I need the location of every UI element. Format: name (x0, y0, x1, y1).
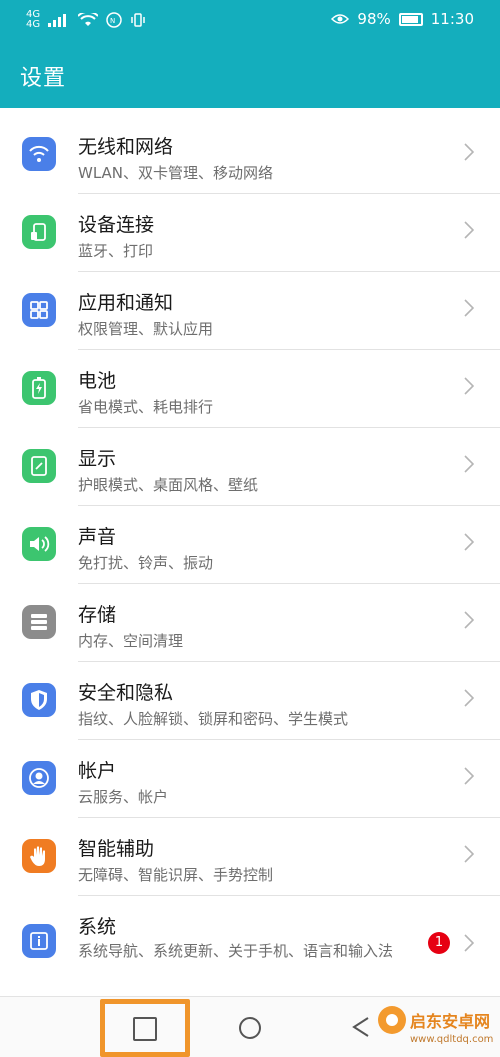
item-title: 无线和网络 (78, 136, 174, 158)
account-icon (22, 761, 56, 795)
chevron-right-icon (464, 299, 474, 317)
settings-item-wireless-network[interactable]: 无线和网络 WLAN、双卡管理、移动网络 (0, 116, 500, 194)
chevron-right-icon (464, 689, 474, 707)
speaker-icon (22, 527, 56, 561)
item-title: 帐户 (78, 760, 117, 782)
shield-icon (22, 683, 56, 717)
device-connection-icon (22, 215, 56, 249)
item-subtitle: 省电模式、耗电排行 (78, 398, 214, 416)
page-title: 设置 (20, 66, 67, 91)
signal-icon-sim1: 4G 4G (26, 9, 41, 30)
item-title: 安全和隐私 (78, 682, 174, 704)
battery-icon (22, 371, 56, 405)
settings-item-display[interactable]: 显示 护眼模式、桌面风格、壁纸 (0, 428, 500, 506)
watermark-url: www.qdltdq.com (410, 1034, 494, 1045)
svg-text:N: N (110, 17, 115, 25)
settings-item-battery[interactable]: 电池 省电模式、耗电排行 (0, 350, 500, 428)
item-subtitle: 免打扰、铃声、振动 (78, 554, 214, 572)
watermark: 启东安卓网 www.qdltdq.com (378, 1000, 500, 1057)
recent-apps-button[interactable] (100, 999, 190, 1057)
chevron-right-icon (464, 533, 474, 551)
item-title: 系统 (78, 916, 117, 938)
battery-status-icon (398, 12, 423, 26)
eye-comfort-icon (331, 14, 350, 24)
wifi-icon (22, 137, 56, 171)
item-title: 应用和通知 (78, 292, 174, 314)
vibrate-icon (131, 13, 145, 27)
settings-list: 无线和网络 WLAN、双卡管理、移动网络 设备连接 蓝牙、打印 应用和通知 权限… (0, 116, 500, 992)
settings-item-account[interactable]: 帐户 云服务、帐户 (0, 740, 500, 818)
home-button[interactable] (239, 1017, 261, 1039)
item-title: 智能辅助 (78, 838, 155, 860)
item-title: 存储 (78, 604, 117, 626)
item-subtitle: 无障碍、智能识屏、手势控制 (78, 866, 274, 884)
chevron-right-icon (464, 611, 474, 629)
storage-icon (22, 605, 56, 639)
settings-item-security-privacy[interactable]: 安全和隐私 指纹、人脸解锁、锁屏和密码、学生模式 (0, 662, 500, 740)
item-title: 设备连接 (78, 214, 155, 236)
display-icon (22, 449, 56, 483)
apps-grid-icon (22, 293, 56, 327)
hd-voice-icon: N (106, 12, 122, 28)
clock: 11:30 (430, 10, 474, 28)
settings-item-system[interactable]: 系统 系统导航、系统更新、关于手机、语言和输入法 1 (0, 896, 500, 992)
chevron-right-icon (464, 221, 474, 239)
watermark-text: 启东安卓网 (410, 1012, 491, 1031)
item-subtitle: 系统导航、系统更新、关于手机、语言和输入法 (78, 942, 394, 960)
item-title: 显示 (78, 448, 117, 470)
chevron-right-icon (464, 455, 474, 473)
info-icon (22, 924, 56, 958)
chevron-right-icon (464, 377, 474, 395)
item-subtitle: WLAN、双卡管理、移动网络 (78, 164, 274, 182)
settings-item-apps-notifications[interactable]: 应用和通知 权限管理、默认应用 (0, 272, 500, 350)
chevron-right-icon (464, 767, 474, 785)
item-subtitle: 指纹、人脸解锁、锁屏和密码、学生模式 (78, 710, 349, 728)
chevron-right-icon (464, 143, 474, 161)
wifi-status-icon (78, 13, 99, 26)
back-button[interactable] (350, 1015, 372, 1039)
chevron-right-icon (464, 934, 474, 952)
notification-badge: 1 (428, 932, 450, 954)
item-subtitle: 权限管理、默认应用 (78, 320, 214, 338)
settings-item-smart-assistance[interactable]: 智能辅助 无障碍、智能识屏、手势控制 (0, 818, 500, 896)
signal-bars-icon (48, 14, 67, 27)
item-subtitle: 护眼模式、桌面风格、壁纸 (78, 476, 259, 494)
settings-item-device-connection[interactable]: 设备连接 蓝牙、打印 (0, 194, 500, 272)
settings-item-storage[interactable]: 存储 内存、空间清理 (0, 584, 500, 662)
status-left: 4G 4G N (26, 10, 146, 30)
item-subtitle: 内存、空间清理 (78, 632, 184, 650)
settings-item-sound[interactable]: 声音 免打扰、铃声、振动 (0, 506, 500, 584)
status-bar: 4G 4G N 98% 11:30 (0, 0, 500, 44)
item-subtitle: 蓝牙、打印 (78, 242, 154, 260)
battery-percent: 98% (357, 10, 391, 28)
app-bar: 设置 (0, 44, 500, 108)
item-subtitle: 云服务、帐户 (78, 788, 169, 806)
item-title: 声音 (78, 526, 117, 548)
chevron-right-icon (464, 845, 474, 863)
watermark-logo-icon (378, 1006, 406, 1034)
hand-icon (22, 839, 56, 873)
status-right: 98% 11:30 (331, 10, 474, 28)
item-title: 电池 (78, 370, 117, 392)
